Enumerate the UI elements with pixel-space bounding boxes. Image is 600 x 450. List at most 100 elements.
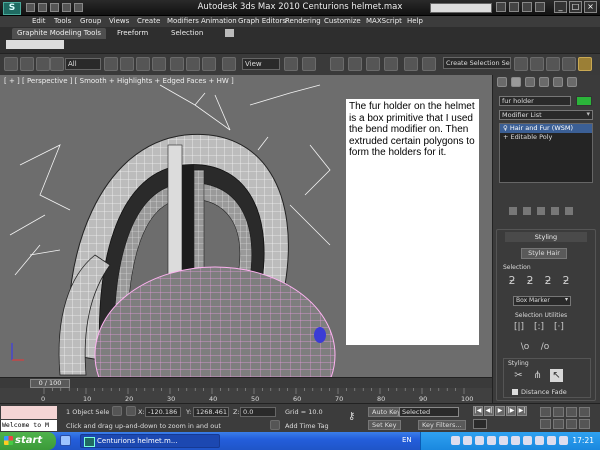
make-unique-icon[interactable]	[537, 207, 545, 215]
stack-item-editable-poly[interactable]: + Editable Poly	[500, 133, 592, 142]
rotate-selection-icon[interactable]: [:]	[533, 322, 545, 333]
zoom-extents-all-icon[interactable]	[579, 407, 590, 417]
viewport-label[interactable]: [ + ] [ Perspective ] [ Smooth + Highlig…	[4, 77, 234, 85]
subscription-icon[interactable]	[509, 2, 519, 12]
tray-icon[interactable]	[463, 436, 472, 445]
ribbon-dropdown-icon[interactable]	[225, 29, 234, 37]
window-crossing-icon[interactable]	[152, 57, 166, 71]
menu-maxscript[interactable]: MAXScript	[366, 17, 402, 25]
tray-icon[interactable]	[475, 436, 484, 445]
snaps-toggle-icon[interactable]	[330, 57, 344, 71]
start-button[interactable]: start	[0, 432, 56, 450]
select-tool-icon[interactable]: ↖	[550, 369, 563, 382]
edit-named-selection-icon[interactable]	[404, 57, 418, 71]
select-by-name-icon[interactable]	[120, 57, 134, 71]
tab-freeform[interactable]: Freeform	[112, 28, 153, 39]
zoom-extents-icon[interactable]	[566, 407, 577, 417]
select-tip-icon[interactable]: ƻ	[559, 274, 573, 288]
go-to-start-icon[interactable]: |◀	[473, 406, 483, 416]
maxscript-listener-input[interactable]	[1, 406, 57, 419]
pin-stack-icon[interactable]	[509, 207, 517, 215]
modifier-list-dropdown[interactable]: Modifier List	[499, 110, 593, 120]
angle-snap-icon[interactable]	[348, 57, 362, 71]
perspective-viewport[interactable]: [ + ] [ Perspective ] [ Smooth + Highlig…	[0, 75, 492, 377]
curve-editor-icon[interactable]	[530, 57, 544, 71]
menu-create[interactable]: Create	[137, 17, 160, 25]
language-indicator[interactable]: EN	[402, 436, 412, 444]
modify-tab-icon[interactable]	[511, 77, 521, 87]
object-color-swatch[interactable]	[576, 96, 592, 106]
tray-icon[interactable]	[559, 436, 568, 445]
ribbon-panel-strip[interactable]	[6, 40, 64, 49]
undo-icon[interactable]	[4, 57, 18, 71]
reference-coordinate-dropdown[interactable]: View	[242, 58, 280, 70]
named-selection-set-dropdown[interactable]: Create Selection Se	[443, 57, 511, 69]
tray-icon[interactable]	[523, 436, 532, 445]
info-center-search[interactable]	[430, 3, 492, 13]
collapse-icon[interactable]: +	[503, 133, 511, 141]
menu-graph-editors[interactable]: Graph Editors	[238, 17, 286, 25]
zoom-all-icon[interactable]	[553, 407, 564, 417]
percent-snap-icon[interactable]	[366, 57, 380, 71]
render-setup-icon[interactable]	[578, 57, 592, 71]
tray-icon[interactable]	[499, 436, 508, 445]
expand-selection-icon[interactable]: [·]	[553, 322, 565, 333]
style-hair-button[interactable]: Style Hair	[521, 248, 567, 259]
hierarchy-tab-icon[interactable]	[525, 77, 535, 87]
system-clock[interactable]: 17:21	[572, 436, 594, 445]
selection-lock-icon[interactable]	[112, 406, 122, 416]
go-to-end-icon[interactable]: ▶|	[517, 406, 527, 416]
select-object-icon[interactable]	[104, 57, 118, 71]
help-icon[interactable]	[535, 2, 545, 12]
quick-launch-icon[interactable]	[60, 435, 71, 446]
invert-selection-icon[interactable]: [|]	[513, 322, 525, 333]
marker-type-dropdown[interactable]: Box Marker	[513, 296, 571, 306]
menu-group[interactable]: Group	[80, 17, 101, 25]
maxscript-listener-output[interactable]: Welcome to M	[1, 420, 57, 431]
object-name-field[interactable]: fur holder	[499, 96, 571, 106]
taskbar-item-3ds-max[interactable]: Centurions helmet.m...	[80, 434, 220, 448]
select-guide-icon[interactable]: ƻ	[523, 274, 537, 288]
schematic-view-icon[interactable]	[546, 57, 560, 71]
spinner-snap-icon[interactable]	[384, 57, 398, 71]
field-of-view-icon[interactable]	[540, 419, 551, 429]
select-root-icon[interactable]: ƻ	[541, 274, 555, 288]
hair-cut-icon[interactable]: ✂	[512, 369, 525, 382]
link-icon[interactable]	[36, 57, 50, 71]
z-coordinate-field[interactable]: 0.0	[240, 407, 276, 417]
rotate-icon[interactable]	[186, 57, 200, 71]
show-end-result-icon[interactable]	[523, 207, 531, 215]
y-coordinate-field[interactable]: 1268.461	[193, 407, 229, 417]
rollout-title[interactable]: Styling	[505, 232, 587, 242]
orbit-icon[interactable]	[566, 419, 577, 429]
remove-modifier-icon[interactable]	[551, 207, 559, 215]
menu-views[interactable]: Views	[109, 17, 129, 25]
minimize-button[interactable]: _	[554, 1, 567, 13]
move-icon[interactable]	[170, 57, 184, 71]
tab-selection[interactable]: Selection	[166, 28, 208, 39]
material-editor-icon[interactable]	[562, 57, 576, 71]
absolute-mode-icon[interactable]	[126, 406, 136, 416]
key-filters-button[interactable]: Key Filters...	[418, 420, 466, 430]
maximize-viewport-icon[interactable]	[579, 419, 590, 429]
time-slider[interactable]: 0 / 100	[0, 377, 492, 388]
mirror-icon[interactable]	[422, 57, 436, 71]
light-bulb-icon[interactable]: ♀	[503, 124, 510, 132]
layer-manager-icon[interactable]	[514, 57, 528, 71]
menu-animation[interactable]: Animation	[201, 17, 237, 25]
utilities-tab-icon[interactable]	[567, 77, 577, 87]
pan-icon[interactable]	[553, 419, 564, 429]
stack-item-hair-and-fur[interactable]: ♀ Hair and Fur (WSM)	[500, 124, 592, 133]
menu-edit[interactable]: Edit	[32, 17, 46, 25]
tab-graphite-modeling-tools[interactable]: Graphite Modeling Tools	[12, 28, 107, 39]
unlink-icon[interactable]	[50, 57, 64, 71]
tray-icon[interactable]	[535, 436, 544, 445]
selection-filter-dropdown[interactable]: All	[65, 58, 101, 70]
current-frame-field[interactable]	[473, 419, 487, 429]
keyboard-shortcut-icon[interactable]	[302, 57, 316, 71]
tray-icon[interactable]	[451, 436, 460, 445]
star-icon[interactable]	[522, 2, 532, 12]
tray-icon[interactable]	[547, 436, 556, 445]
distance-fade-checkbox[interactable]: Distance Fade	[512, 388, 567, 396]
track-bar[interactable]: 0 10 20 30 40 50 60 70 80 90 100	[0, 388, 492, 403]
